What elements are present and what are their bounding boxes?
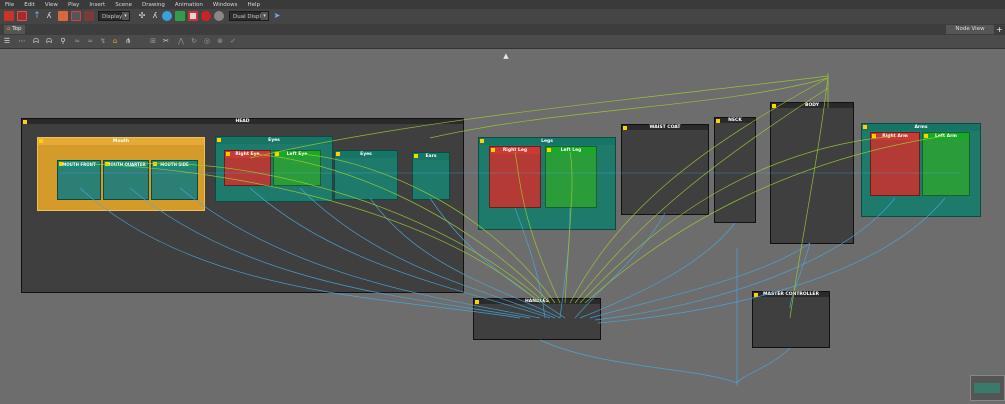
ungroup-icon[interactable]: ᗣ <box>45 37 53 45</box>
view-icon[interactable]: ➤ <box>272 11 282 21</box>
display-dropdown[interactable]: Display ▾ <box>98 11 130 21</box>
add-tab-button[interactable]: + <box>996 24 1003 35</box>
wire <box>589 242 811 319</box>
pen-icon[interactable]: ↑ <box>32 11 42 21</box>
home-icon[interactable]: ⌂ <box>111 37 119 45</box>
red-cube-icon-2[interactable] <box>84 11 94 21</box>
wire <box>79 187 521 319</box>
wire <box>584 135 946 304</box>
refresh-icon[interactable]: ↻ <box>190 37 198 45</box>
wire <box>569 77 829 304</box>
record-icon[interactable] <box>188 11 198 21</box>
wire <box>249 153 551 304</box>
gear-icon[interactable] <box>214 11 224 21</box>
menu-help[interactable]: Help <box>242 2 265 8</box>
link-icon[interactable]: ≈ <box>73 37 81 45</box>
menu-edit[interactable]: Edit <box>19 2 40 8</box>
menu-drawing[interactable]: Drawing <box>137 2 170 8</box>
wire <box>249 75 829 159</box>
red-cube-icon[interactable] <box>17 11 27 21</box>
wire <box>249 187 551 319</box>
navigator-viewport[interactable] <box>974 383 1000 393</box>
wire <box>736 347 791 384</box>
brush-icon[interactable] <box>71 11 81 21</box>
dual-display-dropdown[interactable]: Dual Display ▾ <box>229 11 269 21</box>
peg-icon[interactable]: ⋯ <box>18 37 26 45</box>
network-icon[interactable]: ⚲ <box>59 37 67 45</box>
connection-wires <box>60 73 960 386</box>
globe-icon[interactable] <box>162 11 172 21</box>
node-canvas[interactable]: HEAD Mouth MOUTH FRONT MOUTH QUARTER MOU… <box>0 48 1005 404</box>
cable-icon[interactable]: ↯ <box>99 37 107 45</box>
wire <box>129 187 531 319</box>
menu-insert[interactable]: Insert <box>84 2 110 8</box>
tab-bar: ⌂ Top Node View + <box>0 24 1005 35</box>
ring-icon[interactable]: ◎ <box>203 37 211 45</box>
menu-scene[interactable]: Scene <box>110 2 137 8</box>
wire <box>597 197 946 324</box>
tab-node-view[interactable]: Node View <box>946 25 994 34</box>
wire <box>564 151 573 304</box>
group-icon[interactable]: ᗣ <box>32 37 40 45</box>
wire <box>429 77 829 139</box>
menu-file[interactable]: File <box>0 2 19 8</box>
scissors-icon[interactable]: ✂ <box>162 37 170 45</box>
wire <box>139 163 546 304</box>
red-film-icon[interactable] <box>4 11 14 21</box>
wire <box>579 135 896 304</box>
chevron-down-icon: ▾ <box>122 12 129 20</box>
menu-play[interactable]: Play <box>63 2 84 8</box>
menu-icon[interactable]: ☰ <box>3 37 11 45</box>
menu-view[interactable]: View <box>40 2 63 8</box>
wire <box>579 222 736 319</box>
tree-icon[interactable]: ⋔ <box>124 37 132 45</box>
unlink-icon[interactable]: ≈ <box>86 37 94 45</box>
tab-top[interactable]: ⌂ Top <box>4 25 25 34</box>
menu-animation[interactable]: Animation <box>170 2 208 8</box>
cursor-icon[interactable] <box>175 11 185 21</box>
stroke-icon[interactable]: ʎ <box>44 11 54 21</box>
wire <box>574 87 829 304</box>
cross-icon[interactable]: ⊗ <box>216 37 224 45</box>
transform-icon[interactable]: ʎ <box>150 11 160 21</box>
compass-icon[interactable]: ⋀ <box>177 37 185 45</box>
chevron-down-icon: ▾ <box>261 12 268 20</box>
select-icon[interactable]: ✣ <box>137 11 147 21</box>
node-view-toolbar: ☰ ⋯ ᗣ ᗣ ⚲ ≈ ≈ ↯ ⌂ ⋔ ⊞ ✂ ⋀ ↻ ◎ ⊗ ✓ <box>0 35 1005 49</box>
main-toolbar: ↑ ʎ Display ▾ ✣ ʎ Dual Display ▾ ➤ <box>0 9 1005 25</box>
red-grid-icon[interactable] <box>58 11 68 21</box>
wire <box>299 153 556 304</box>
check-icon[interactable]: ✓ <box>229 37 237 45</box>
menu-windows[interactable]: Windows <box>208 2 243 8</box>
wire <box>539 339 738 384</box>
stop-icon[interactable] <box>201 11 211 21</box>
layout-icon[interactable]: ⊞ <box>149 37 157 45</box>
home-icon: ⌂ <box>7 26 11 32</box>
display-dropdown-value: Display <box>102 14 123 20</box>
wire <box>429 197 566 319</box>
tab-top-label: Top <box>12 26 22 32</box>
node-navigator[interactable] <box>970 375 1005 401</box>
menu-bar: File Edit View Play Insert Scene Drawing… <box>0 0 1005 9</box>
wire <box>574 212 666 319</box>
